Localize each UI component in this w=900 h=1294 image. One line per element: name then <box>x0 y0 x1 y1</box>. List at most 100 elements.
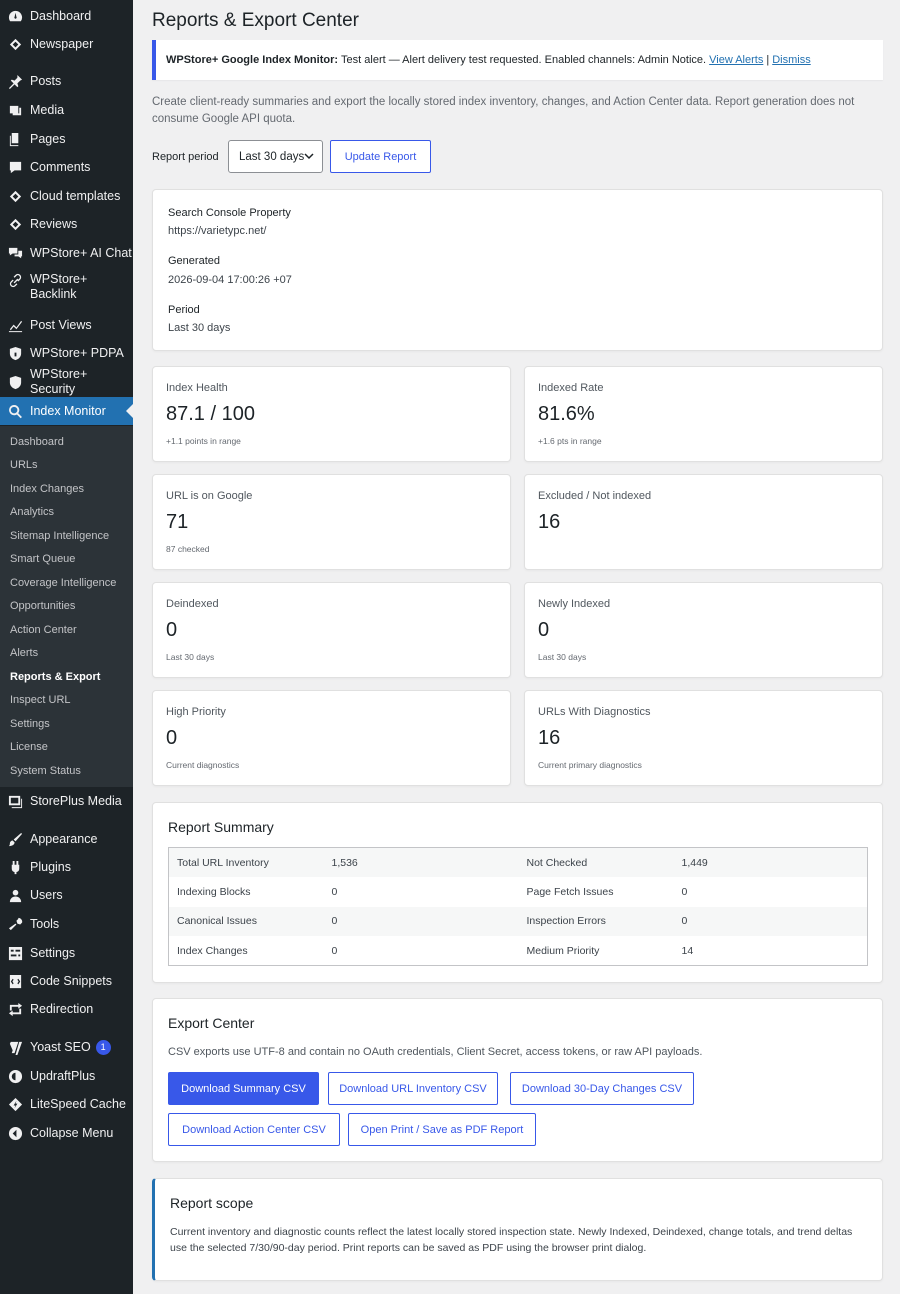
stat-label: High Priority <box>166 706 226 718</box>
view-alerts-link[interactable]: View Alerts <box>709 54 763 66</box>
submenu-sitemap-intelligence[interactable]: Sitemap Intelligence <box>10 530 109 543</box>
chat-icon <box>7 245 23 261</box>
menu-label: Index Monitor <box>30 403 106 418</box>
stat-value: 71 <box>166 511 189 533</box>
menu-newspaper[interactable]: Newspaper <box>0 30 133 58</box>
submenu-analytics[interactable]: Analytics <box>10 506 54 519</box>
submenu-settings[interactable]: Settings <box>10 718 50 731</box>
menu-pages[interactable]: Pages <box>0 125 133 153</box>
stat-label: URL is on Google <box>166 490 253 502</box>
submenu-inspect-url[interactable]: Inspect URL <box>10 694 71 707</box>
download-30-day-changes-csv-button[interactable]: Download 30-Day Changes CSV <box>510 1072 694 1105</box>
submenu-urls[interactable]: URLs <box>10 459 38 472</box>
pages-icon <box>7 131 23 147</box>
menu-plugins[interactable]: Plugins <box>0 853 133 881</box>
menu-label: Cloud templates <box>30 188 121 203</box>
code-icon <box>7 973 23 989</box>
menu-code-snippets[interactable]: Code Snippets <box>0 967 133 995</box>
menu-media[interactable]: Media <box>0 96 133 124</box>
stat-value: 87.1 / 100 <box>166 403 255 425</box>
shield-icon <box>7 374 23 390</box>
menu-reviews[interactable]: Reviews <box>0 210 133 238</box>
stat-card-url-on-google: URL is on Google 71 87 checked <box>152 474 511 570</box>
menu-yoast-seo[interactable]: Yoast SEO 1 <box>0 1033 133 1061</box>
media-icon <box>7 102 23 118</box>
stat-value: 16 <box>538 511 561 533</box>
download-summary-csv-button[interactable]: Download Summary CSV <box>168 1072 319 1105</box>
menu-label: Yoast SEO <box>30 1039 91 1054</box>
stat-card-excluded: Excluded / Not indexed 16 <box>524 474 883 570</box>
dashboard-icon <box>7 8 23 24</box>
dismiss-link[interactable]: Dismiss <box>772 54 811 66</box>
menu-label: Collapse Menu <box>30 1125 114 1140</box>
updraft-icon <box>7 1068 23 1084</box>
open-print-pdf-report-button[interactable]: Open Print / Save as PDF Report <box>348 1113 536 1146</box>
menu-post-views[interactable]: Post Views <box>0 311 133 339</box>
plugin-icon <box>7 859 23 875</box>
submenu-opportunities[interactable]: Opportunities <box>10 600 75 613</box>
menu-label: StorePlus Media <box>30 793 122 808</box>
newspaper-icon <box>7 36 23 52</box>
menu-label: Pages <box>30 131 66 146</box>
table-cell: 1,449 <box>681 856 708 869</box>
submenu-reports-export[interactable]: Reports & Export <box>10 671 100 684</box>
menu-users[interactable]: Users <box>0 881 133 909</box>
submenu-smart-queue[interactable]: Smart Queue <box>10 553 75 566</box>
menu-index-monitor[interactable]: Index Monitor <box>0 397 133 425</box>
menu-updraftplus[interactable]: UpdraftPlus <box>0 1062 133 1090</box>
menu-storeplus-media[interactable]: StorePlus Media <box>0 787 133 815</box>
users-icon <box>7 887 23 903</box>
table-cell: Indexing Blocks <box>177 885 251 898</box>
comments-icon <box>7 159 23 175</box>
report-period-select[interactable]: Last 30 days <box>228 140 323 173</box>
download-url-inventory-csv-button[interactable]: Download URL Inventory CSV <box>328 1072 498 1105</box>
stat-card-newly-indexed: Newly Indexed 0 Last 30 days <box>524 582 883 678</box>
menu-label: WPStore+ Backlink <box>30 272 88 301</box>
menu-ai-chat[interactable]: WPStore+ AI Chat <box>0 239 133 267</box>
report-meta-card: Search Console Property https://varietyp… <box>152 189 883 351</box>
collapse-icon <box>7 1125 23 1141</box>
litespeed-icon <box>7 1096 23 1112</box>
menu-comments[interactable]: Comments <box>0 153 133 181</box>
menu-settings[interactable]: Settings <box>0 939 133 967</box>
link-icon <box>7 272 23 288</box>
submenu-action-center[interactable]: Action Center <box>10 624 77 637</box>
menu-label: Reviews <box>30 216 78 231</box>
menu-litespeed-cache[interactable]: LiteSpeed Cache <box>0 1090 133 1118</box>
property-value: https://varietypc.net/ <box>168 225 267 237</box>
table-cell: 0 <box>681 885 688 898</box>
submenu-dashboard[interactable]: Dashboard <box>10 436 64 449</box>
menu-cloud-templates[interactable]: Cloud templates <box>0 182 133 210</box>
submenu-index-changes[interactable]: Index Changes <box>10 483 84 496</box>
menu-posts[interactable]: Posts <box>0 67 133 95</box>
stat-label: Deindexed <box>166 598 219 610</box>
menu-label: WPStore+ Security <box>30 367 88 396</box>
submenu-system-status[interactable]: System Status <box>10 765 81 778</box>
menu-security[interactable]: WPStore+ Security <box>0 367 133 396</box>
settings-icon <box>7 945 23 961</box>
menu-pdpa[interactable]: WPStore+ PDPA <box>0 339 133 367</box>
table-row: Indexing Blocks 0 Page Fetch Issues 0 <box>169 877 868 907</box>
reviews-icon <box>7 216 23 232</box>
menu-tools[interactable]: Tools <box>0 910 133 938</box>
submenu-coverage-intelligence[interactable]: Coverage Intelligence <box>10 577 116 590</box>
table-row: Index Changes 0 Medium Priority 14 <box>169 936 868 966</box>
stat-card-high-priority: High Priority 0 Current diagnostics <box>152 690 511 786</box>
notice-separator: | <box>766 54 770 66</box>
update-report-button[interactable]: Update Report <box>330 140 431 173</box>
download-action-center-csv-button[interactable]: Download Action Center CSV <box>168 1113 340 1146</box>
table-row: Total URL Inventory 1,536 Not Checked 1,… <box>168 847 868 877</box>
table-cell: Inspection Errors <box>526 915 606 928</box>
menu-dashboard[interactable]: Dashboard <box>0 2 133 30</box>
menu-label: LiteSpeed Cache <box>30 1096 126 1111</box>
menu-backlink[interactable]: WPStore+ Backlink <box>0 267 133 307</box>
stat-value: 0 <box>166 619 178 641</box>
submenu-alerts[interactable]: Alerts <box>10 647 38 660</box>
menu-appearance[interactable]: Appearance <box>0 825 133 853</box>
menu-label: Settings <box>30 945 76 960</box>
admin-sidebar: Dashboard Newspaper Posts Media Pages Co… <box>0 0 133 1294</box>
menu-collapse[interactable]: Collapse Menu <box>0 1119 133 1147</box>
report-summary-card: Report Summary Total URL Inventory 1,536… <box>152 802 883 983</box>
submenu-license[interactable]: License <box>10 741 48 754</box>
menu-redirection[interactable]: Redirection <box>0 995 133 1023</box>
